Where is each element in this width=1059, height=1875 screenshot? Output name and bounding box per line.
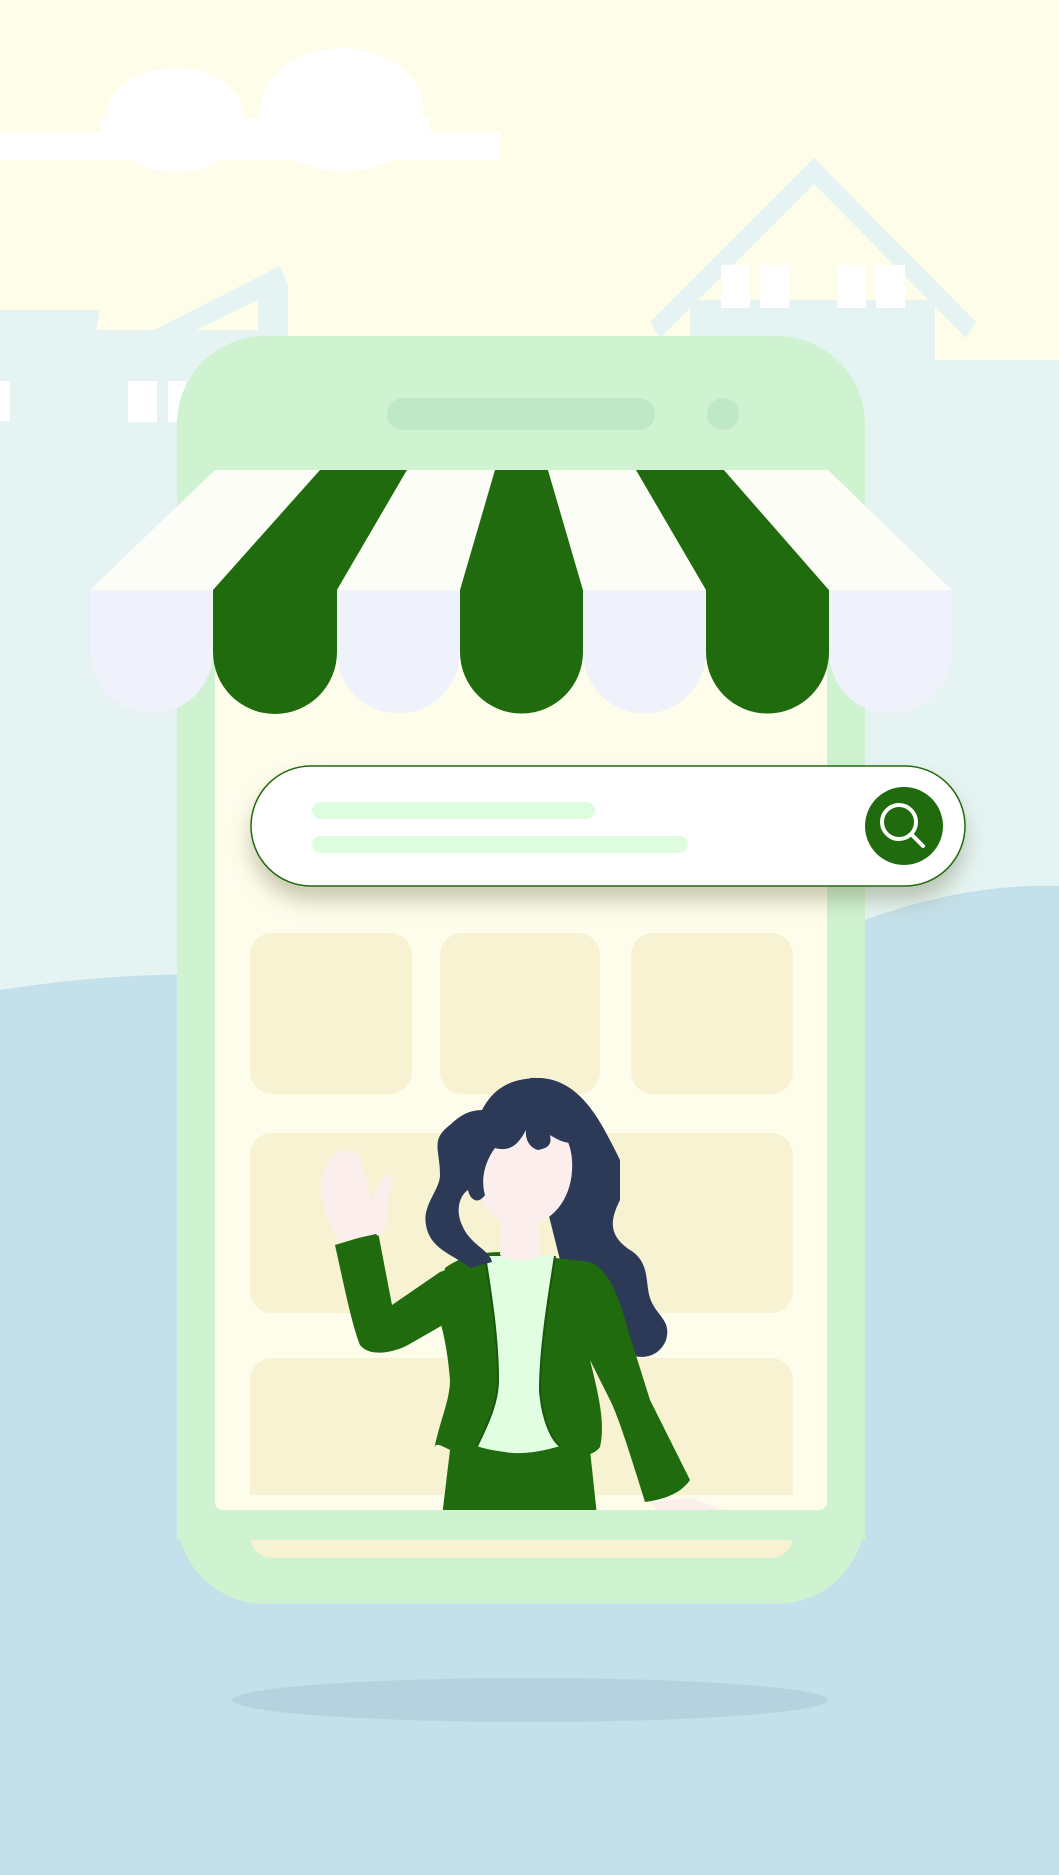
window <box>721 265 750 308</box>
window <box>837 265 866 308</box>
search-bar[interactable] <box>250 765 966 887</box>
product-tile[interactable] <box>250 933 412 1094</box>
phone-speaker <box>387 398 655 430</box>
window <box>760 265 789 308</box>
search-placeholder-line <box>312 836 688 853</box>
product-tile[interactable] <box>440 933 600 1094</box>
window <box>0 381 10 421</box>
phone-camera <box>707 398 739 430</box>
search-button[interactable] <box>865 787 943 865</box>
storefront-awning <box>90 470 952 714</box>
screen-bottom-cover <box>177 1510 865 1540</box>
search-placeholder-line <box>312 802 595 819</box>
phone-shadow <box>232 1678 828 1722</box>
product-tile[interactable] <box>631 933 793 1094</box>
window <box>876 265 905 308</box>
window <box>128 381 157 422</box>
online-shop-illustration <box>0 0 1059 1875</box>
